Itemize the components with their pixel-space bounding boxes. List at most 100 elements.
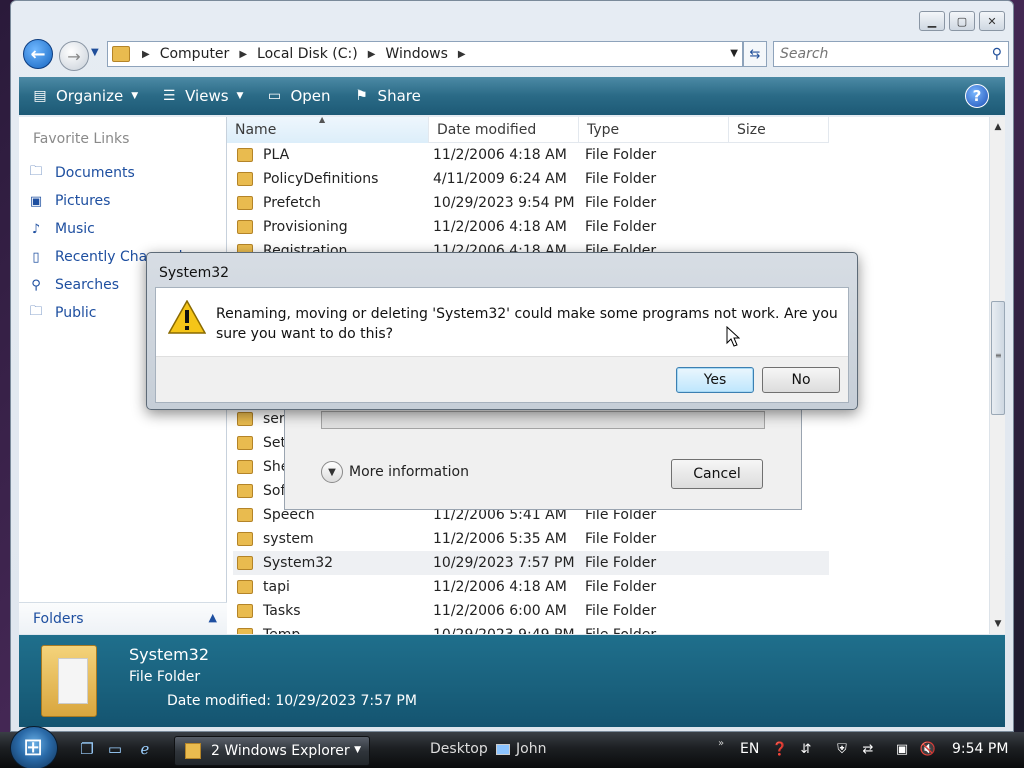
search-box[interactable]: ⚲: [773, 41, 1009, 67]
scroll-up-icon[interactable]: ▲: [990, 119, 1006, 135]
language-indicator[interactable]: EN: [740, 741, 759, 757]
progress-bar: [321, 411, 765, 429]
organize-label: Organize: [56, 87, 124, 105]
folder-icon: [237, 412, 253, 426]
breadcrumb-arrow-icon[interactable]: ▶: [364, 49, 380, 60]
table-row[interactable]: system 11/2/2006 5:35 AM File Folder: [233, 527, 829, 551]
search-icon[interactable]: ⚲: [992, 46, 1002, 62]
table-row[interactable]: PLA 11/2/2006 4:18 AM File Folder: [233, 143, 829, 167]
clock[interactable]: 9:54 PM: [952, 741, 1008, 757]
file-name-cell: system: [233, 531, 429, 547]
breadcrumb-computer[interactable]: Computer: [154, 46, 236, 62]
taskbar-windows-explorer-group[interactable]: 2 Windows Explorer ▼: [174, 736, 370, 766]
file-name: Tasks: [263, 603, 301, 619]
scroll-down-icon[interactable]: ▼: [990, 616, 1006, 632]
table-row[interactable]: PolicyDefinitions 4/11/2009 6:24 AM File F…: [233, 167, 829, 191]
breadcrumb-arrow-icon[interactable]: ▶: [454, 49, 470, 60]
folder-icon: [237, 220, 253, 234]
file-name: Temp: [263, 627, 300, 634]
file-name: Provisioning: [263, 219, 348, 235]
folder-icon: [112, 46, 130, 62]
open-button[interactable]: ▭ Open: [265, 87, 331, 105]
more-information-label: More information: [349, 464, 469, 480]
quick-launch-switch-icon[interactable]: ❐: [76, 738, 98, 760]
more-information-toggle[interactable]: ▼ More information: [321, 461, 469, 483]
share-button[interactable]: ⚑ Share: [353, 87, 421, 105]
file-type: File Folder: [585, 555, 657, 571]
pictures-icon: ▣: [29, 193, 43, 209]
open-icon: ▭: [267, 88, 282, 104]
file-type: File Folder: [585, 219, 657, 235]
close-button[interactable]: ✕: [979, 11, 1005, 31]
help-icon[interactable]: ❓: [770, 739, 790, 759]
search-input[interactable]: [780, 46, 980, 62]
file-name-cell: Temp: [233, 627, 429, 634]
cancel-button[interactable]: Cancel: [671, 459, 763, 489]
quick-launch-desktop-icon[interactable]: ▭: [104, 738, 126, 760]
breadcrumb-windows[interactable]: Windows: [379, 46, 454, 62]
breadcrumb-arrow-icon[interactable]: ▶: [235, 49, 251, 60]
start-button[interactable]: [10, 726, 58, 768]
no-button[interactable]: No: [762, 367, 840, 393]
nav-item-music[interactable]: ♪ Music: [27, 215, 183, 243]
nav-item-documents[interactable]: 🗀 Documents: [27, 159, 183, 187]
organize-icon: ▤: [33, 88, 47, 104]
chevron-up-icon[interactable]: ▲: [209, 611, 217, 624]
folder-icon: [237, 556, 253, 570]
nav-item-label: Public: [55, 305, 97, 321]
file-date: 4/11/2009 6:24 AM: [433, 171, 567, 187]
vertical-scrollbar[interactable]: ▲ ≡ ▼: [989, 117, 1005, 634]
open-label: Open: [290, 87, 331, 105]
table-row[interactable]: System32 10/29/2023 7:57 PM File Folder: [233, 551, 829, 575]
yes-button[interactable]: Yes: [676, 367, 754, 393]
minimize-button[interactable]: ▁: [919, 11, 945, 31]
breadcrumb-arrow-icon[interactable]: ▶: [138, 49, 154, 60]
search-icon: ⚲: [31, 277, 41, 293]
breadcrumb-local-disk[interactable]: Local Disk (C:): [251, 46, 364, 62]
recent-icon: ▯: [32, 249, 40, 265]
nav-item-label: Documents: [55, 165, 135, 181]
table-row[interactable]: Provisioning 11/2/2006 4:18 AM File Folder: [233, 215, 829, 239]
security-shield-icon[interactable]: ⛨: [832, 739, 852, 759]
column-type[interactable]: Type: [579, 117, 729, 143]
file-date: 10/29/2023 9:54 PM: [433, 195, 575, 211]
file-date: 11/2/2006 5:35 AM: [433, 531, 567, 547]
column-size[interactable]: Size: [729, 117, 829, 143]
network-connection-icon[interactable]: ▣: [892, 739, 912, 759]
forward-button[interactable]: →: [59, 41, 89, 71]
network-icon[interactable]: ⇄: [858, 739, 878, 759]
file-name-cell: Prefetch: [233, 195, 429, 211]
desktop-toolbar-label[interactable]: Desktop: [430, 741, 488, 757]
table-row[interactable]: Tasks 11/2/2006 6:00 AM File Folder: [233, 599, 829, 623]
scroll-thumb[interactable]: ≡: [991, 301, 1005, 415]
address-bar[interactable]: ▶ Computer ▶ Local Disk (C:) ▶ Windows ▶…: [107, 41, 743, 67]
organize-button[interactable]: ▤ Organize ▼: [31, 87, 138, 105]
user-toolbar[interactable]: John: [496, 741, 546, 757]
title-bar: ▁ ▢ ✕: [11, 1, 1013, 37]
help-icon[interactable]: ?: [965, 84, 989, 108]
folder-icon: [237, 436, 253, 450]
folders-toggle[interactable]: Folders ▲: [19, 602, 227, 634]
nav-item-pictures[interactable]: ▣ Pictures: [27, 187, 183, 215]
tray-expand-icon[interactable]: »: [718, 738, 724, 749]
table-row[interactable]: Temp 10/29/2023 9:49 PMFile Folder: [233, 623, 829, 634]
internet-explorer-icon[interactable]: ℯ: [134, 738, 156, 760]
language-options-icon[interactable]: ⇵: [796, 739, 816, 759]
file-name-cell: System32: [233, 555, 429, 571]
address-dropdown-icon[interactable]: ▼: [730, 48, 738, 59]
back-button[interactable]: ←: [23, 39, 53, 69]
window-controls: ▁ ▢ ✕: [919, 11, 1005, 31]
refresh-button[interactable]: ⇆: [743, 41, 767, 67]
file-name-cell: Tasks: [233, 603, 429, 619]
views-button[interactable]: ☰ Views ▼: [160, 87, 244, 105]
maximize-button[interactable]: ▢: [949, 11, 975, 31]
table-row[interactable]: Prefetch 10/29/2023 9:54 PM File Folder: [233, 191, 829, 215]
table-row[interactable]: tapi 11/2/2006 4:18 AM File Folder: [233, 575, 829, 599]
column-date-modified[interactable]: Date modified: [429, 117, 579, 143]
volume-muted-icon[interactable]: 🔇: [918, 739, 938, 759]
file-date: 11/2/2006 4:18 AM: [433, 219, 567, 235]
column-name[interactable]: ▲ Name: [227, 117, 429, 143]
file-name: PLA: [263, 147, 290, 163]
chevron-down-icon[interactable]: ▼: [321, 461, 343, 483]
recent-pages-dropdown-icon[interactable]: ▼: [91, 47, 99, 58]
